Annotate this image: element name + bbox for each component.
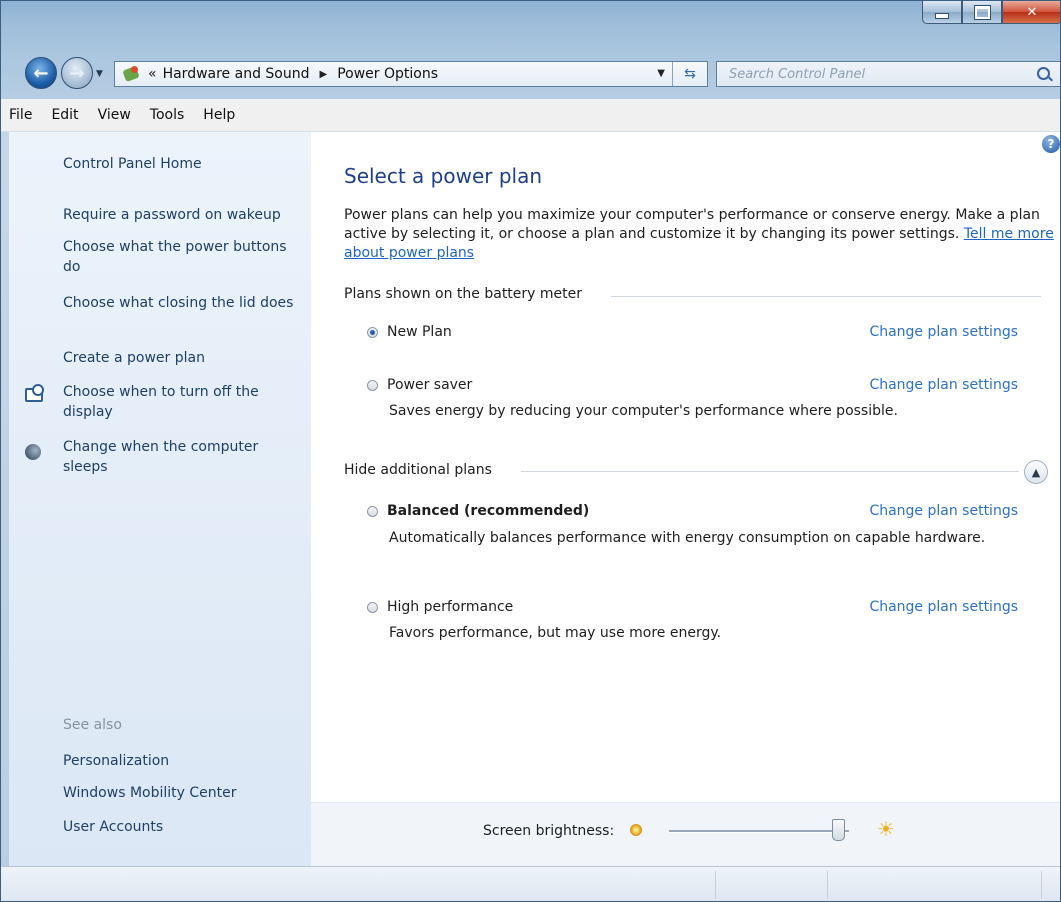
screen-brightness-label: Screen brightness: [483, 823, 615, 839]
plan-description: Favors performance, but may use more ene… [389, 625, 722, 641]
status-bar [1, 866, 1060, 901]
menu-edit[interactable]: Edit [43, 107, 89, 123]
hide-additional-plans-header[interactable]: Hide additional plans [344, 462, 492, 478]
sleep-icon [25, 444, 41, 460]
back-arrow-icon: ← [33, 62, 49, 84]
status-divider [827, 871, 828, 899]
minimize-icon [935, 13, 949, 19]
main-content: ? Select a power plan Power plans can he… [311, 132, 1060, 802]
group-divider [521, 471, 1019, 472]
breadcrumb-separator-icon[interactable]: ▶ [320, 69, 328, 80]
status-divider [715, 871, 716, 899]
dim-brightness-icon [630, 824, 642, 836]
search-placeholder: Search Control Panel [729, 66, 866, 82]
menu-view[interactable]: View [90, 107, 142, 123]
breadcrumb-overflow[interactable]: « [148, 66, 157, 82]
forward-arrow-icon: → [69, 62, 85, 84]
search-icon[interactable] [1037, 67, 1050, 80]
task-pane: Control Panel Home Require a password on… [9, 132, 311, 866]
plan-power-saver[interactable]: Power saver [367, 377, 472, 393]
plan-name[interactable]: Power saver [387, 377, 472, 393]
chevron-up-icon: ▲ [1031, 465, 1041, 479]
navigation-bar: ← → ▼ « Hardware and Sound ▶ Power Optio… [1, 49, 1060, 99]
plan-balanced[interactable]: Balanced (recommended) [367, 503, 589, 519]
address-bar[interactable]: « Hardware and Sound ▶ Power Options ▼ ⇆ [114, 61, 708, 87]
change-plan-settings-new-plan[interactable]: Change plan settings [869, 324, 1018, 340]
recent-pages-dropdown-icon[interactable]: ▼ [96, 69, 103, 79]
battery-meter-group-header: Plans shown on the battery meter [344, 286, 583, 302]
plan-description: Automatically balances performance with … [389, 530, 986, 546]
breadcrumb-hardware-and-sound[interactable]: Hardware and Sound [163, 66, 310, 82]
bright-brightness-icon: ☀ [877, 817, 895, 841]
sidebar-power-buttons[interactable]: Choose what the power buttons do [63, 237, 295, 277]
sidebar-mobility-center[interactable]: Windows Mobility Center [63, 783, 295, 803]
intro-text: Power plans can help you maximize your c… [344, 206, 1054, 263]
sidebar-control-panel-home[interactable]: Control Panel Home [63, 154, 295, 174]
sidebar-user-accounts[interactable]: User Accounts [63, 817, 295, 837]
sidebar-computer-sleeps[interactable]: Change when the computer sleeps [63, 437, 295, 477]
maximize-button[interactable] [962, 1, 1002, 24]
title-bar: ✕ [1, 1, 1060, 49]
see-also-heading: See also [63, 717, 122, 733]
brightness-slider-thumb[interactable] [831, 819, 845, 841]
plan-name[interactable]: High performance [387, 599, 513, 615]
sidebar-require-password[interactable]: Require a password on wakeup [63, 205, 295, 225]
window-controls: ✕ [922, 1, 1060, 24]
control-panel-icon [122, 65, 142, 83]
radio-balanced[interactable] [367, 505, 378, 517]
group-divider [611, 296, 1041, 297]
plan-high-performance[interactable]: High performance [367, 599, 513, 615]
radio-new-plan[interactable] [367, 326, 378, 338]
menu-file[interactable]: File [1, 107, 43, 123]
minimize-button[interactable] [922, 1, 962, 24]
maximize-icon [973, 4, 991, 20]
intro-body: Power plans can help you maximize your c… [344, 207, 1040, 242]
plan-name[interactable]: New Plan [387, 324, 452, 340]
display-icon [25, 384, 44, 402]
plan-name[interactable]: Balanced (recommended) [387, 503, 589, 519]
change-plan-settings-balanced[interactable]: Change plan settings [869, 503, 1018, 519]
status-divider [1041, 871, 1042, 899]
menu-help[interactable]: Help [195, 107, 246, 123]
close-button[interactable]: ✕ [1002, 1, 1060, 24]
sidebar-closing-lid[interactable]: Choose what closing the lid does [63, 293, 295, 313]
brightness-bar: Screen brightness: ☀ [311, 802, 1060, 867]
collapse-plans-button[interactable]: ▲ [1024, 460, 1048, 484]
refresh-button[interactable]: ⇆ [672, 62, 707, 86]
refresh-icon: ⇆ [684, 66, 696, 82]
sidebar-turn-off-display[interactable]: Choose when to turn off the display [63, 382, 295, 422]
change-plan-settings-power-saver[interactable]: Change plan settings [869, 377, 1018, 393]
breadcrumb-power-options[interactable]: Power Options [337, 66, 438, 82]
radio-power-saver[interactable] [367, 379, 378, 391]
plan-new-plan[interactable]: New Plan [367, 324, 452, 340]
control-panel-window: ✕ ← → ▼ « Hardware and Sound ▶ Power Opt… [0, 0, 1061, 902]
menu-tools[interactable]: Tools [142, 107, 196, 123]
change-plan-settings-high-performance[interactable]: Change plan settings [869, 599, 1018, 615]
menu-bar: File Edit View Tools Help [1, 99, 1060, 132]
sidebar-personalization[interactable]: Personalization [63, 751, 295, 771]
plan-description: Saves energy by reducing your computer's… [389, 403, 898, 419]
radio-high-performance[interactable] [367, 601, 378, 613]
help-icon[interactable]: ? [1042, 135, 1060, 153]
search-input[interactable]: Search Control Panel [716, 61, 1060, 87]
back-button[interactable]: ← [25, 57, 57, 89]
brightness-slider[interactable] [669, 830, 849, 833]
address-dropdown-icon[interactable]: ▼ [657, 68, 665, 79]
sidebar-create-plan[interactable]: Create a power plan [63, 348, 295, 368]
close-icon: ✕ [1026, 4, 1038, 20]
forward-button[interactable]: → [61, 57, 93, 89]
page-title: Select a power plan [344, 164, 543, 188]
